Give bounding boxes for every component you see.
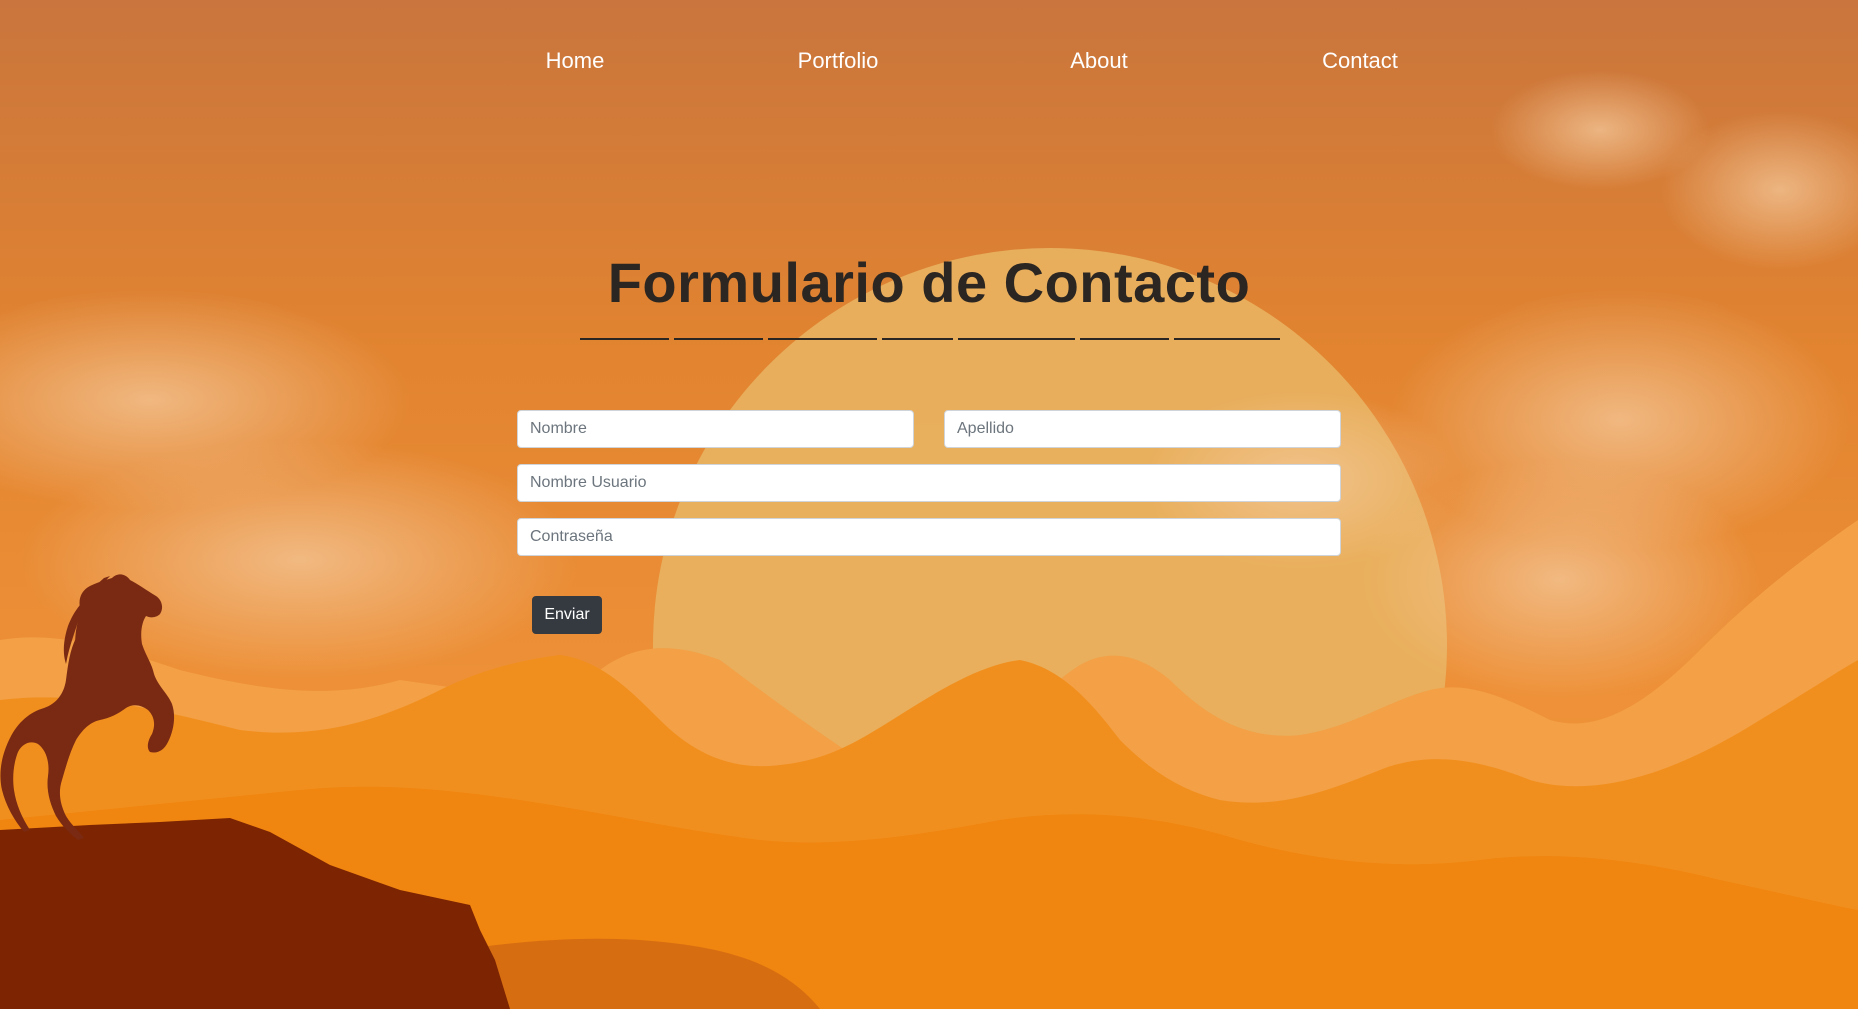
submit-button[interactable]: Enviar — [532, 596, 602, 634]
page: Home Portfolio About Contact Formulario … — [0, 0, 1858, 1009]
underline-segment — [1174, 338, 1280, 340]
underline-segment — [882, 338, 953, 340]
last-name-input[interactable] — [944, 410, 1341, 448]
form-title: Formulario de Contacto — [607, 251, 1251, 314]
nav-home-link[interactable]: Home — [546, 48, 605, 74]
first-name-input[interactable] — [517, 410, 914, 448]
password-input[interactable] — [517, 518, 1341, 556]
sunset-background — [0, 0, 1858, 1009]
underline-segment — [958, 338, 1075, 340]
underline-segment — [768, 338, 877, 340]
underline-segment — [674, 338, 763, 340]
username-input[interactable] — [517, 464, 1341, 502]
nav-contact-link[interactable]: Contact — [1322, 48, 1398, 74]
top-nav: Home Portfolio About Contact — [0, 0, 1858, 126]
title-underline — [580, 338, 1280, 341]
underline-segment — [580, 338, 669, 340]
underline-segment — [1080, 338, 1169, 340]
nav-about-link[interactable]: About — [1070, 48, 1128, 74]
nav-portfolio-link[interactable]: Portfolio — [798, 48, 879, 74]
